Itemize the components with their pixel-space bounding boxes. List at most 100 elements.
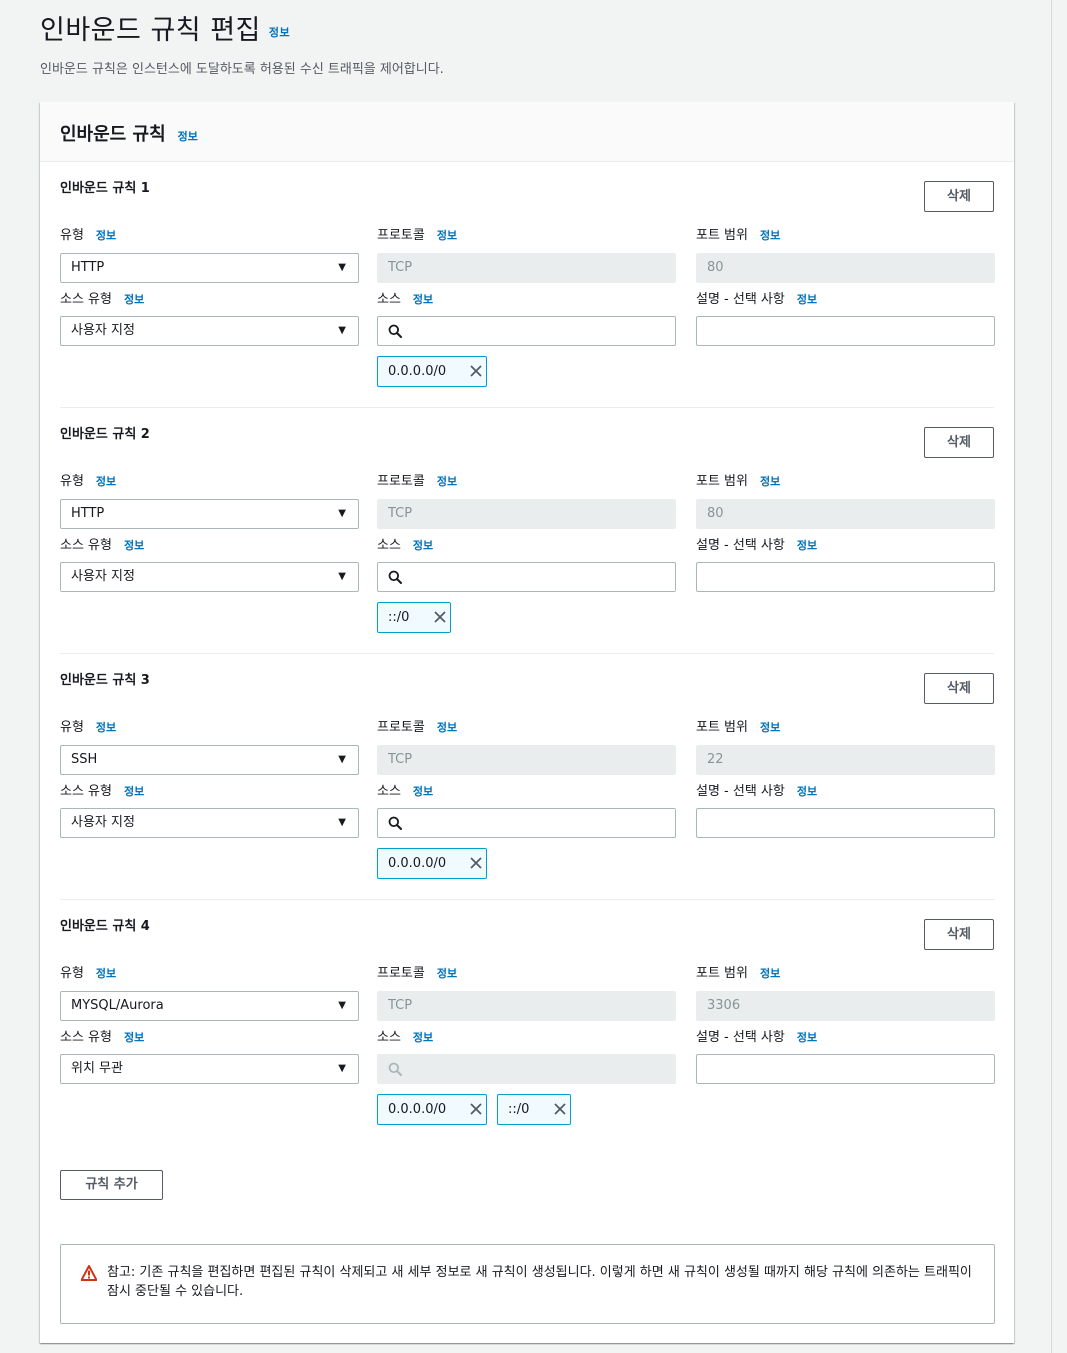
- inbound-rule-1: 인바운드 규칙 1 삭제 유형 정보 프로토콜 정보 포트 범위 정보 HTTP ▼ TCP 80 소스…: [60, 162, 995, 408]
- description-label-info-link[interactable]: 정보: [797, 293, 817, 306]
- description-label: 설명 - 선택 사항 정보: [696, 780, 817, 799]
- type-label: 유형 정보: [60, 962, 116, 981]
- type-label-info-link[interactable]: 정보: [96, 721, 116, 734]
- source-search-input[interactable]: [377, 562, 676, 592]
- type-select-value: HTTP: [71, 260, 105, 275]
- type-label-text: 유형: [60, 720, 84, 735]
- source-label-info-link[interactable]: 정보: [413, 1031, 433, 1044]
- source-label-info-link[interactable]: 정보: [413, 785, 433, 798]
- inbound-rules-panel: 인바운드 규칙 정보 인바운드 규칙 1 삭제 유형 정보 프로토콜 정보 포트 범위 정보 HT…: [40, 102, 1014, 1343]
- port-range-label-info-link[interactable]: 정보: [760, 967, 780, 980]
- close-icon[interactable]: [469, 1102, 483, 1116]
- close-icon[interactable]: [469, 856, 483, 870]
- page-info-link[interactable]: 정보: [269, 26, 290, 39]
- protocol-label-info-link[interactable]: 정보: [437, 967, 457, 980]
- type-select-value: SSH: [71, 752, 98, 767]
- type-select-value: MYSQL/Aurora: [71, 998, 164, 1013]
- source-token-label: 0.0.0.0/0: [388, 1102, 447, 1117]
- type-select[interactable]: HTTP ▼: [60, 499, 359, 529]
- description-label-info-link[interactable]: 정보: [797, 1031, 817, 1044]
- type-label: 유형 정보: [60, 224, 116, 243]
- close-icon[interactable]: [469, 364, 483, 378]
- port-range-label: 포트 범위 정보: [696, 962, 780, 981]
- type-label-info-link[interactable]: 정보: [96, 475, 116, 488]
- source-type-label-info-link[interactable]: 정보: [124, 785, 144, 798]
- protocol-field: TCP: [377, 745, 676, 775]
- source-search-input: [377, 1054, 676, 1084]
- page-title-text: 인바운드 규칙 편집: [40, 15, 261, 46]
- panel-info-link[interactable]: 정보: [178, 130, 198, 143]
- caret-down-icon: ▼: [338, 754, 346, 765]
- source-type-select[interactable]: 사용자 지정 ▼: [60, 808, 359, 838]
- source-type-value: 위치 무관: [71, 1061, 123, 1076]
- type-select[interactable]: SSH ▼: [60, 745, 359, 775]
- protocol-label-info-link[interactable]: 정보: [437, 229, 457, 242]
- port-range-label-info-link[interactable]: 정보: [760, 229, 780, 242]
- description-label: 설명 - 선택 사항 정보: [696, 288, 817, 307]
- description-label-text: 설명 - 선택 사항: [696, 1030, 785, 1045]
- protocol-label-text: 프로토콜: [377, 720, 425, 735]
- source-type-label-info-link[interactable]: 정보: [124, 539, 144, 552]
- type-select-value: HTTP: [71, 506, 105, 521]
- page-title: 인바운드 규칙 편집 정보: [40, 8, 290, 47]
- description-label-info-link[interactable]: 정보: [797, 785, 817, 798]
- source-type-label-info-link[interactable]: 정보: [124, 1031, 144, 1044]
- type-label-info-link[interactable]: 정보: [96, 967, 116, 980]
- port-range-label-info-link[interactable]: 정보: [760, 475, 780, 488]
- source-label-info-link[interactable]: 정보: [413, 293, 433, 306]
- description-input[interactable]: [696, 1054, 995, 1084]
- panel-title: 인바운드 규칙 정보: [60, 120, 994, 146]
- description-input[interactable]: [696, 808, 995, 838]
- inbound-rule-3: 인바운드 규칙 3 삭제 유형 정보 프로토콜 정보 포트 범위 정보 SSH ▼ TCP 22 소스 …: [60, 654, 995, 900]
- source-type-label: 소스 유형 정보: [60, 534, 144, 553]
- delete-rule-button[interactable]: 삭제: [924, 673, 994, 704]
- close-icon[interactable]: [433, 610, 447, 624]
- type-select[interactable]: MYSQL/Aurora ▼: [60, 991, 359, 1021]
- protocol-label-info-link[interactable]: 정보: [437, 721, 457, 734]
- source-search-input[interactable]: [377, 808, 676, 838]
- description-input[interactable]: [696, 316, 995, 346]
- page-edge-divider: [1051, 0, 1052, 1353]
- source-search-input[interactable]: [377, 316, 676, 346]
- source-type-label-text: 소스 유형: [60, 538, 112, 553]
- port-range-field: 22: [696, 745, 995, 775]
- source-type-label-text: 소스 유형: [60, 292, 112, 307]
- panel-title-text: 인바운드 규칙: [60, 124, 166, 145]
- source-token: 0.0.0.0/0: [377, 356, 487, 387]
- delete-rule-button[interactable]: 삭제: [924, 181, 994, 212]
- delete-rule-button[interactable]: 삭제: [924, 427, 994, 458]
- port-range-label-text: 포트 범위: [696, 474, 748, 489]
- description-label: 설명 - 선택 사항 정보: [696, 534, 817, 553]
- description-label-info-link[interactable]: 정보: [797, 539, 817, 552]
- protocol-label: 프로토콜 정보: [377, 470, 457, 489]
- port-range-label-text: 포트 범위: [696, 966, 748, 981]
- source-type-select[interactable]: 위치 무관 ▼: [60, 1054, 359, 1084]
- rule-heading: 인바운드 규칙 4: [60, 919, 150, 934]
- add-rule-button[interactable]: 규칙 추가: [60, 1170, 163, 1200]
- type-select[interactable]: HTTP ▼: [60, 253, 359, 283]
- source-label-text: 소스: [377, 784, 401, 799]
- source-label-text: 소스: [377, 538, 401, 553]
- type-label: 유형 정보: [60, 470, 116, 489]
- caret-down-icon: ▼: [338, 571, 346, 582]
- caret-down-icon: ▼: [338, 262, 346, 273]
- description-label: 설명 - 선택 사항 정보: [696, 1026, 817, 1045]
- type-label-info-link[interactable]: 정보: [96, 229, 116, 242]
- source-type-label-text: 소스 유형: [60, 1030, 112, 1045]
- close-icon[interactable]: [553, 1102, 567, 1116]
- source-type-label-info-link[interactable]: 정보: [124, 293, 144, 306]
- source-type-label: 소스 유형 정보: [60, 288, 144, 307]
- protocol-label: 프로토콜 정보: [377, 716, 457, 735]
- inbound-rule-2: 인바운드 규칙 2 삭제 유형 정보 프로토콜 정보 포트 범위 정보 HTTP ▼ TCP 80 소스…: [60, 408, 995, 654]
- protocol-label-info-link[interactable]: 정보: [437, 475, 457, 488]
- search-icon: [388, 816, 402, 830]
- delete-rule-button[interactable]: 삭제: [924, 919, 994, 950]
- caret-down-icon: ▼: [338, 817, 346, 828]
- source-type-select[interactable]: 사용자 지정 ▼: [60, 316, 359, 346]
- source-label-info-link[interactable]: 정보: [413, 539, 433, 552]
- description-input[interactable]: [696, 562, 995, 592]
- source-type-select[interactable]: 사용자 지정 ▼: [60, 562, 359, 592]
- source-label-text: 소스: [377, 1030, 401, 1045]
- warning-icon: [81, 1265, 97, 1281]
- port-range-label-info-link[interactable]: 정보: [760, 721, 780, 734]
